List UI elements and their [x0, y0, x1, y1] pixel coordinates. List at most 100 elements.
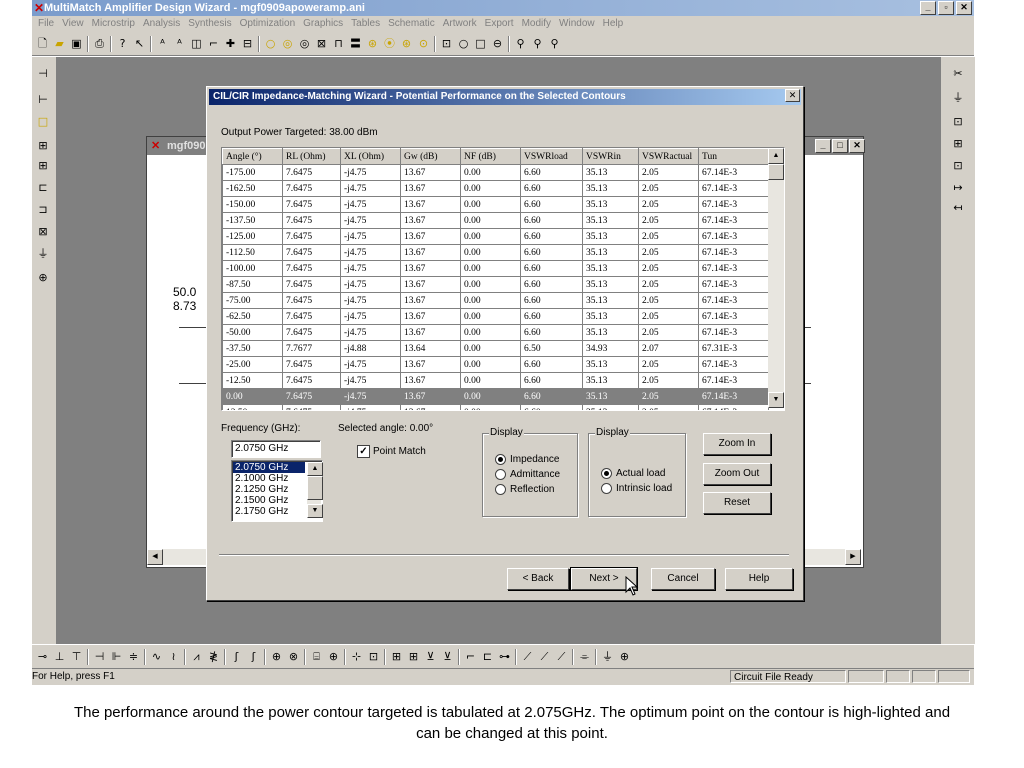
dialog-title-bar[interactable]: CIL/CIR Impedance-Matching Wizard - Pote… [209, 89, 801, 105]
ground-symbol-icon[interactable]: ⏚ [951, 91, 965, 105]
help-button[interactable]: Help [725, 568, 793, 590]
transmission-line-icon[interactable]: ⌸ [310, 650, 323, 663]
frequency-list-item[interactable]: 2.1500 GHz [233, 495, 305, 506]
taper-end-icon[interactable]: ⟋ [555, 650, 568, 663]
series-capacitor-icon[interactable]: ⊩ [110, 650, 123, 663]
series-rlc-icon[interactable]: ⩘ [190, 650, 203, 663]
menu-synthesis[interactable]: Synthesis [188, 18, 231, 29]
transistor-alt-icon[interactable]: ⚲ [531, 37, 544, 50]
transistor-array-icon[interactable]: ⚲ [548, 37, 561, 50]
ground-icon[interactable]: ⏚ [36, 247, 50, 261]
smith-chart-icon[interactable]: ⦿ [383, 37, 396, 50]
table-row[interactable]: -137.50 7.6475 -j4.75 13.67 0.00 6.60 35.13 2.0… [222, 212, 769, 229]
boxed-x-icon[interactable]: ⊠ [36, 225, 50, 239]
shunt-inductor-icon[interactable]: ≀ [167, 650, 180, 663]
column-header[interactable]: RL (Ohm) [282, 148, 341, 165]
help-icon[interactable]: ? [116, 37, 129, 50]
menu-file[interactable]: File [38, 18, 54, 29]
component-icon[interactable]: ◫ [190, 37, 203, 50]
coupled-line-icon[interactable]: ⊕ [270, 650, 283, 663]
plus-box-icon[interactable]: ⊞ [951, 137, 965, 151]
attenuator-icon[interactable]: ⌯ [578, 650, 591, 663]
scroll-down-button[interactable]: ▼ [768, 392, 784, 408]
shunt-rlc-icon[interactable]: ≹ [207, 650, 220, 663]
table-row[interactable]: -50.00 7.6475 -j4.75 13.67 0.00 6.60 35.13 2.05… [222, 324, 769, 341]
scroll-up-button[interactable]: ▲ [768, 148, 784, 164]
back-button[interactable]: < Back [507, 568, 569, 590]
equals-icon[interactable]: 〓 [349, 37, 362, 50]
radio-impedance[interactable]: Impedance [495, 454, 559, 465]
port-right-icon[interactable]: ⊢ [36, 93, 50, 107]
scroll-right-button[interactable]: ▶ [845, 549, 861, 565]
column-header[interactable]: NF (dB) [460, 148, 521, 165]
dialog-close-button[interactable]: ✕ [785, 89, 800, 102]
frequency-field[interactable]: 2.0750 GHz [231, 440, 321, 458]
node-icon[interactable]: ⊡ [951, 115, 965, 129]
ellipse-icon[interactable]: ⊖ [491, 37, 504, 50]
table-row[interactable]: -150.00 7.6475 -j4.75 13.67 0.00 6.60 35.13 2.0… [222, 196, 769, 213]
frequency-list-item[interactable]: 2.0750 GHz [233, 462, 305, 473]
shunt-tline-icon[interactable]: ⊡ [367, 650, 380, 663]
cil-icon[interactable]: ⊞ [36, 159, 50, 173]
radio-reflection[interactable]: Reflection [495, 484, 554, 495]
save-icon[interactable]: ▣ [70, 37, 83, 50]
shunt-stub-icon[interactable]: ⊥ [53, 650, 66, 663]
minimize-button[interactable]: _ [920, 1, 936, 15]
draw-line-icon[interactable]: ᴬ [156, 37, 169, 50]
menu-help[interactable]: Help [603, 18, 624, 29]
child-minimize-button[interactable]: _ [815, 139, 831, 153]
cross-icon[interactable]: ⊞ [407, 650, 420, 663]
yellow-box-icon[interactable]: □ [36, 115, 50, 129]
reset-button[interactable]: Reset [703, 492, 771, 514]
menu-schematic[interactable]: Schematic [388, 18, 435, 29]
series-tline-icon[interactable]: ⊹ [350, 650, 363, 663]
bridge-icon[interactable]: ⊓ [332, 37, 345, 50]
radio-intrinsic-load[interactable]: Intrinsic load [601, 483, 672, 494]
box-dot-icon[interactable]: ⊡ [951, 159, 965, 173]
circle-icon[interactable]: ○ [264, 37, 277, 50]
dual-network-icon[interactable]: ⊐ [36, 203, 50, 217]
table-row[interactable]: -87.50 7.6475 -j4.75 13.67 0.00 6.60 35.13 2.05… [222, 276, 769, 293]
spiral-icon[interactable]: ⊛ [366, 37, 379, 50]
via-icon[interactable]: ⊏ [481, 650, 494, 663]
table-row[interactable]: -37.50 7.7677 -j4.88 13.64 0.00 6.50 34.93 2.07… [222, 340, 769, 357]
series-element-icon[interactable]: ⊣ [93, 650, 106, 663]
grid-icon[interactable]: ⊠ [315, 37, 328, 50]
menu-graphics[interactable]: Graphics [303, 18, 343, 29]
frequency-list-scrollbar[interactable]: ▲ ▼ [307, 462, 323, 518]
freq-scroll-up-button[interactable]: ▲ [307, 462, 323, 476]
scroll-thumb[interactable] [768, 164, 784, 180]
cir-icon[interactable]: ⊞ [36, 139, 50, 153]
port-left-icon[interactable]: ⊣ [36, 67, 50, 81]
menu-microstrip[interactable]: Microstrip [92, 18, 135, 29]
gap-icon[interactable]: ⌐ [464, 650, 477, 663]
tee-icon[interactable]: ⊞ [390, 650, 403, 663]
scroll-left-button[interactable]: ◀ [147, 549, 163, 565]
transformer-alt-icon[interactable]: ʃ [247, 650, 260, 663]
transformer-icon[interactable]: ʃ [230, 650, 243, 663]
ground-bottom-icon[interactable]: ⏚ [601, 650, 614, 663]
freq-scroll-thumb[interactable] [307, 476, 323, 500]
smith-chart-alt-icon[interactable]: ⊛ [400, 37, 413, 50]
table-row[interactable]: -162.50 7.6475 -j4.75 13.67 0.00 6.60 35.13 2.0… [222, 180, 769, 197]
menu-analysis[interactable]: Analysis [143, 18, 180, 29]
network-port-icon[interactable]: ⊏ [36, 181, 50, 195]
column-header[interactable]: Gw (dB) [400, 148, 461, 165]
menu-window[interactable]: Window [559, 18, 595, 29]
ring-icon[interactable]: ◎ [298, 37, 311, 50]
shunt-open-stub-icon[interactable]: ⊤ [70, 650, 83, 663]
transistor-icon[interactable]: ⚲ [514, 37, 527, 50]
radio-button[interactable] [495, 469, 506, 480]
table-row[interactable]: -100.00 7.6475 -j4.75 13.67 0.00 6.60 35.13 2.0… [222, 260, 769, 277]
target-icon[interactable]: ◎ [281, 37, 294, 50]
series-resistor-icon[interactable]: ⊸ [36, 650, 49, 663]
open-folder-icon[interactable]: ▰ [53, 37, 66, 50]
freq-scroll-down-button[interactable]: ▼ [307, 504, 323, 518]
coupler-icon[interactable]: ⊕ [36, 271, 50, 285]
maximize-button[interactable]: ▫ [938, 1, 954, 15]
radio-button[interactable] [495, 454, 506, 465]
column-header[interactable]: Angle (°) [222, 148, 283, 165]
resonator-icon[interactable]: ⊶ [498, 650, 511, 663]
table-row[interactable]: -125.00 7.6475 -j4.75 13.67 0.00 6.60 35.13 2.0… [222, 228, 769, 245]
square-icon[interactable]: □ [474, 37, 487, 50]
